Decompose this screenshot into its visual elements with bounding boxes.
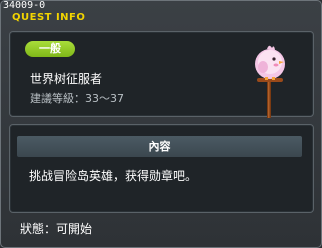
quest-id: 34009-0 <box>3 0 46 11</box>
level-requirement: 建議等級：33～37 <box>30 92 124 105</box>
quest-info-window: 34009-0 QUEST INFO 一般 世界树征服者 建議等級：33～37 <box>0 0 322 248</box>
quest-status: 狀態：可開始 <box>20 222 93 236</box>
window-title: QUEST INFO <box>12 12 86 23</box>
pink-bird-npc-icon <box>255 45 285 118</box>
quest-description: 挑战冒险岛英雄，获得勋章吧。 <box>29 169 198 183</box>
content-header: 內容 <box>17 136 302 157</box>
quest-name: 世界树征服者 <box>30 72 103 86</box>
quest-content-panel: 內容 挑战冒险岛英雄，获得勋章吧。 <box>9 124 314 213</box>
quest-category-badge: 一般 <box>25 41 75 57</box>
quest-summary-panel: 一般 世界树征服者 建議等級：33～37 <box>9 31 314 118</box>
